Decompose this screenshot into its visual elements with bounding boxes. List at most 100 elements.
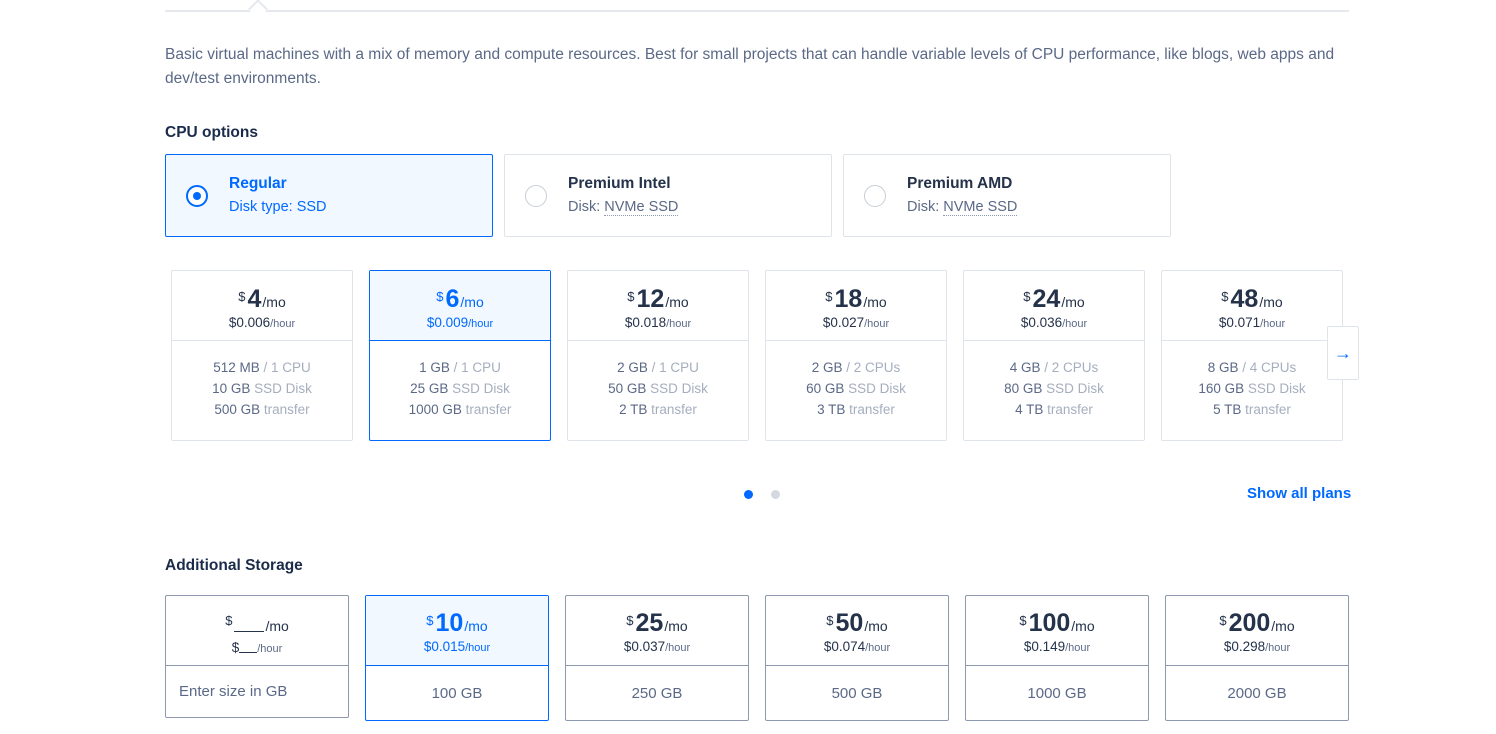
- plan-price-area: $4/mo $0.006/hour: [172, 271, 352, 341]
- storage-price-area: $50/mo $0.074/hour: [766, 596, 948, 666]
- hourly-amount: $0.149: [1023, 639, 1066, 654]
- currency-symbol: $: [1219, 613, 1227, 628]
- cpu-option-disk: Disk: NVMe SSD: [907, 199, 1018, 216]
- storage-hourly-price: $ /hour: [166, 639, 348, 657]
- plan-carousel: $4/mo $0.006/hour 512 MB / 1 CPU 10 GB SSD …: [171, 270, 1343, 441]
- plan-card-48[interactable]: $48/mo $0.071/hour 8 GB / 4 CPUs 160 GB SSD…: [1161, 270, 1343, 441]
- price-amount: 4: [247, 285, 262, 313]
- disk-value-tooltip[interactable]: NVMe SSD: [943, 199, 1018, 216]
- cpu-options-title: CPU options: [165, 124, 258, 141]
- plan-monthly-price: $6/mo: [370, 285, 550, 315]
- plan-card-24[interactable]: $24/mo $0.036/hour 4 GB / 2 CPUs 80 GB SSD …: [963, 270, 1145, 441]
- per-month-label: /mo: [665, 294, 689, 310]
- storage-option-200[interactable]: $200/mo $0.298/hour 2000 GB: [1165, 595, 1349, 721]
- cpu-option-name: Premium AMD: [907, 175, 1013, 192]
- disk-type: SSD Disk: [1244, 381, 1306, 396]
- storage-hourly-price: $0.149/hour: [966, 639, 1148, 656]
- radio-unselected-icon[interactable]: [525, 185, 547, 207]
- cpu-option-premium-intel[interactable]: Premium Intel Disk: NVMe SSD: [504, 154, 832, 237]
- carousel-dot-page-2[interactable]: [771, 490, 780, 499]
- carousel-next-button[interactable]: →: [1327, 326, 1359, 380]
- hourly-amount: $0.006: [228, 315, 271, 330]
- storage-hourly-price: $0.037/hour: [566, 639, 748, 656]
- storage-option-custom[interactable]: $ /mo $ /hour: [165, 595, 349, 718]
- currency-symbol: $: [436, 289, 444, 304]
- plan-spec-disk: 10 GB SSD Disk: [172, 378, 352, 399]
- cpu-option-regular[interactable]: Regular Disk type: SSD: [165, 154, 493, 237]
- storage-price-area: $25/mo $0.037/hour: [566, 596, 748, 666]
- plan-spec-disk: 50 GB SSD Disk: [568, 378, 748, 399]
- disk-prefix: Disk:: [568, 199, 605, 215]
- plan-spec-memory-cpu: 1 GB / 1 CPU: [370, 357, 550, 378]
- plan-spec-memory-cpu: 8 GB / 4 CPUs: [1162, 357, 1342, 378]
- storage-option-50[interactable]: $50/mo $0.074/hour 500 GB: [765, 595, 949, 721]
- cpu-option-disk: Disk type: SSD: [229, 199, 327, 215]
- storage-monthly-price: $50/mo: [766, 609, 948, 639]
- plan-spec-disk: 25 GB SSD Disk: [370, 378, 550, 399]
- cpu-value: / 2 CPUs: [1040, 360, 1099, 375]
- plan-card-12[interactable]: $12/mo $0.018/hour 2 GB / 1 CPU 50 GB SSD D…: [567, 270, 749, 441]
- storage-hourly-price: $0.015/hour: [366, 639, 548, 656]
- storage-option-25[interactable]: $25/mo $0.037/hour 250 GB: [565, 595, 749, 721]
- plan-monthly-price: $4/mo: [172, 285, 352, 315]
- custom-size-input[interactable]: [166, 666, 348, 717]
- memory-value: 512 MB: [213, 360, 260, 375]
- storage-size: 2000 GB: [1227, 685, 1287, 702]
- memory-value: 2 GB: [811, 360, 843, 375]
- price-amount: 6: [445, 285, 460, 313]
- per-month-label: /mo: [265, 618, 289, 634]
- per-month-label: /mo: [1259, 294, 1283, 310]
- storage-option-10[interactable]: $10/mo $0.015/hour 100 GB: [365, 595, 549, 721]
- per-hour-label: /hour: [465, 642, 491, 654]
- disk-value-tooltip[interactable]: NVMe SSD: [604, 199, 679, 216]
- per-month-label: /mo: [864, 618, 888, 634]
- currency-symbol: $: [238, 289, 246, 304]
- radio-unselected-icon[interactable]: [864, 185, 886, 207]
- cpu-option-name: Premium Intel: [568, 175, 671, 192]
- hourly-amount: $0.015: [423, 639, 466, 654]
- cpu-value: / 1 CPU: [449, 360, 501, 375]
- cpu-option-premium-amd[interactable]: Premium AMD Disk: NVMe SSD: [843, 154, 1171, 237]
- plan-card-4[interactable]: $4/mo $0.006/hour 512 MB / 1 CPU 10 GB SSD …: [171, 270, 353, 441]
- plan-spec-transfer: 2 TB transfer: [568, 399, 748, 420]
- storage-monthly-price: $25/mo: [566, 609, 748, 639]
- price-amount: 10: [435, 609, 464, 637]
- plan-specs: 2 GB / 1 CPU 50 GB SSD Disk 2 TB transfer: [568, 341, 748, 420]
- storage-monthly-price: $10/mo: [366, 609, 548, 639]
- currency-symbol: $: [627, 289, 635, 304]
- plan-hourly-price: $0.018/hour: [568, 315, 748, 332]
- disk-size: 160 GB: [1198, 381, 1245, 396]
- plan-monthly-price: $12/mo: [568, 285, 748, 315]
- radio-selected-icon[interactable]: [186, 185, 208, 207]
- carousel-dot-page-1[interactable]: [744, 490, 753, 499]
- plan-card-18[interactable]: $18/mo $0.027/hour 2 GB / 2 CPUs 60 GB SSD …: [765, 270, 947, 441]
- storage-hourly-price: $0.074/hour: [766, 639, 948, 656]
- per-hour-label: /hour: [665, 642, 691, 654]
- currency-symbol: $: [1023, 289, 1031, 304]
- per-hour-label: /hour: [1265, 642, 1291, 654]
- plan-card-6[interactable]: $6/mo $0.009/hour 1 GB / 1 CPU 25 GB SSD Di…: [369, 270, 551, 441]
- transfer-value: 5 TB: [1213, 402, 1242, 417]
- plan-price-area: $24/mo $0.036/hour: [964, 271, 1144, 341]
- currency-symbol: $: [825, 289, 833, 304]
- memory-value: 2 GB: [617, 360, 648, 375]
- additional-storage-title: Additional Storage: [165, 557, 303, 574]
- storage-option-100[interactable]: $100/mo $0.149/hour 1000 GB: [965, 595, 1149, 721]
- cpu-options-group: Regular Disk type: SSD Premium Intel Dis…: [165, 154, 1171, 237]
- cpu-value: / 2 CPUs: [842, 360, 901, 375]
- plan-spec-disk: 160 GB SSD Disk: [1162, 378, 1342, 399]
- plan-spec-memory-cpu: 512 MB / 1 CPU: [172, 357, 352, 378]
- price-amount: 24: [1032, 285, 1061, 313]
- disk-size: 60 GB: [806, 381, 845, 396]
- price-amount: 25: [635, 609, 664, 637]
- disk-size: 80 GB: [1004, 381, 1043, 396]
- plan-spec-memory-cpu: 2 GB / 1 CPU: [568, 357, 748, 378]
- show-all-plans-link[interactable]: Show all plans: [1247, 485, 1351, 502]
- plan-spec-disk: 60 GB SSD Disk: [766, 378, 946, 399]
- transfer-label: transfer: [1241, 402, 1291, 417]
- currency-symbol: $: [225, 613, 233, 628]
- section-divider: [165, 10, 1349, 12]
- storage-monthly-price: $100/mo: [966, 609, 1148, 639]
- plan-price-area: $12/mo $0.018/hour: [568, 271, 748, 341]
- per-hour-label: /hour: [666, 318, 692, 330]
